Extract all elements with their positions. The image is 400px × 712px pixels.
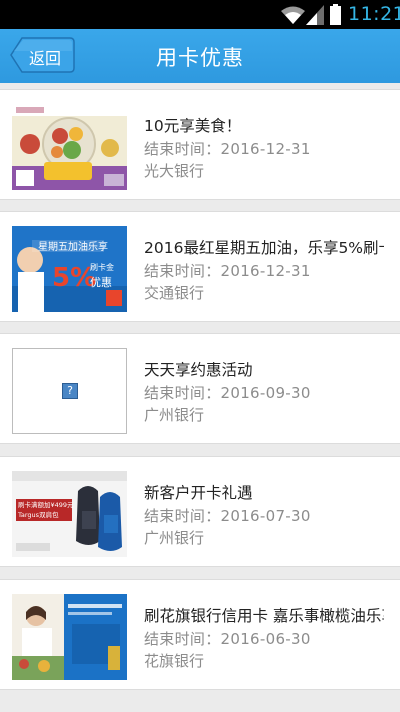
- list-item[interactable]: ? 天天享约惠活动 结束时间：2016-09-30 广州银行: [0, 333, 400, 444]
- backpack-promo-image: 刷卡满额加¥499元 Targus双肩包: [12, 471, 127, 557]
- list-item[interactable]: 星期五加油乐享 5% 刷卡金 优惠 2016最红星期五加油，乐享5%刷卡金 结束…: [0, 211, 400, 322]
- broken-image: ?: [12, 348, 127, 434]
- promo-bank: 花旗银行: [144, 652, 205, 670]
- svg-text:Targus双肩包: Targus双肩包: [17, 510, 59, 519]
- promo-bank: 广州银行: [144, 529, 205, 547]
- promo-title: 新客户开卡礼遇: [144, 484, 253, 502]
- promo-end-time: 结束时间：2016-12-31: [144, 140, 311, 158]
- svg-text:刷卡金: 刷卡金: [90, 262, 114, 272]
- promo-title: 2016最红星期五加油，乐享5%刷卡金: [144, 239, 384, 257]
- status-time: 11:21: [348, 3, 400, 25]
- fuel-promo-image: 星期五加油乐享 5% 刷卡金 优惠: [12, 226, 127, 312]
- title-bar: 返回 用卡优惠: [0, 29, 400, 83]
- food-promo-image: [12, 104, 127, 190]
- list-item[interactable]: 10元享美食！ 结束时间：2016-12-31 光大银行: [0, 89, 400, 200]
- promo-end-time: 结束时间：2016-07-30: [144, 507, 311, 525]
- wifi-icon: [281, 6, 305, 24]
- promo-bank: 光大银行: [144, 162, 205, 180]
- list-item[interactable]: 刷花旗银行信用卡 嘉乐事橄榄油乐享优惠 结束时间：2016-06-30 花旗银行: [0, 579, 400, 690]
- promo-title: 天天享约惠活动: [144, 361, 253, 379]
- oil-promo-image: [12, 594, 127, 680]
- promo-title: 刷花旗银行信用卡 嘉乐事橄榄油乐享优惠: [144, 607, 384, 625]
- promo-end-time: 结束时间：2016-06-30: [144, 630, 311, 648]
- list-item[interactable]: 刷卡满额加¥499元 Targus双肩包 新客户开卡礼遇 结束时间：2016-0…: [0, 456, 400, 567]
- page-title: 用卡优惠: [156, 46, 244, 70]
- svg-text:优惠: 优惠: [90, 275, 112, 289]
- status-bar: 11:21: [0, 0, 400, 29]
- signal-icon: [306, 5, 324, 25]
- svg-text:刷卡满额加¥499元: 刷卡满额加¥499元: [18, 500, 74, 509]
- promo-end-time: 结束时间：2016-12-31: [144, 262, 311, 280]
- promo-title: 10元享美食！: [144, 117, 242, 135]
- promo-end-time: 结束时间：2016-09-30: [144, 384, 311, 402]
- svg-text:星期五加油乐享: 星期五加油乐享: [38, 240, 108, 253]
- promo-bank: 广州银行: [144, 406, 205, 424]
- promo-bank: 交通银行: [144, 284, 205, 302]
- broken-image-icon: ?: [62, 383, 78, 399]
- battery-icon: [330, 4, 341, 25]
